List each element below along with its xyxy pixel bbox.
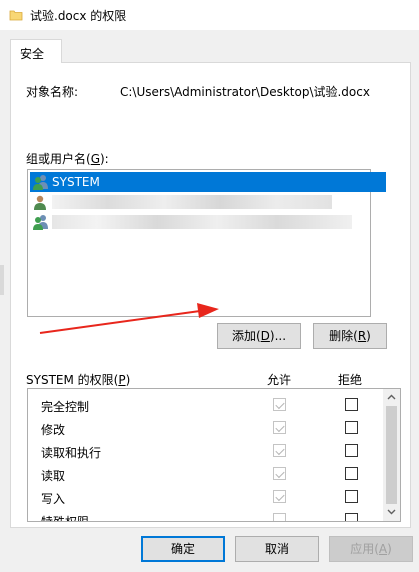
apply-button-suffix: ) <box>387 542 392 556</box>
permissions-list[interactable]: 完全控制 修改 读取和执行 读取 写入 特殊权限 <box>27 388 401 522</box>
permission-name: 读取 <box>41 469 66 483</box>
permission-name: 完全控制 <box>41 400 90 414</box>
allow-checkbox[interactable] <box>273 444 286 457</box>
tab-security[interactable]: 安全 <box>10 39 62 63</box>
list-item[interactable] <box>30 192 386 212</box>
permission-name: 写入 <box>41 492 66 506</box>
deny-checkbox[interactable] <box>345 467 358 480</box>
user-group-icon <box>33 215 48 230</box>
groups-label-key: G <box>90 152 100 166</box>
deny-checkbox[interactable] <box>345 513 358 521</box>
groups-label-prefix: 组或用户名( <box>26 152 91 166</box>
allow-checkbox[interactable] <box>273 467 286 480</box>
deny-checkbox[interactable] <box>345 421 358 434</box>
dialog-body: 安全 对象名称: C:\Users\Administrator\Desktop\… <box>0 30 419 572</box>
permission-row: 写入 <box>28 486 383 509</box>
add-button[interactable]: 添加(D)... <box>217 323 301 349</box>
check-icon <box>275 491 285 502</box>
list-item[interactable]: SYSTEM <box>30 172 386 192</box>
list-item[interactable] <box>30 212 386 232</box>
permission-row: 完全控制 <box>28 394 383 417</box>
apply-button[interactable]: 应用(A) <box>329 536 413 562</box>
user-icon <box>34 195 46 210</box>
apply-button-key: A <box>378 542 388 556</box>
check-icon <box>275 445 285 456</box>
groups-listbox[interactable]: SYSTEM <box>27 169 386 317</box>
deny-column-header: 拒绝 <box>338 373 363 387</box>
permissions-scrollbar[interactable] <box>383 389 400 521</box>
check-icon <box>275 399 285 410</box>
apply-button-prefix: 应用( <box>350 542 379 556</box>
permission-row: 读取和执行 <box>28 440 383 463</box>
allow-checkbox[interactable] <box>273 490 286 503</box>
object-path: C:\Users\Administrator\Desktop\试验.docx <box>120 85 370 99</box>
window-title: 试验.docx 的权限 <box>30 9 127 23</box>
permission-name: 特殊权限 <box>41 515 90 522</box>
permissions-label-suffix: ) <box>125 373 131 387</box>
add-button-suffix: )... <box>269 329 287 343</box>
deny-checkbox[interactable] <box>345 398 358 411</box>
check-icon <box>275 468 285 479</box>
folder-icon <box>9 10 23 21</box>
remove-button-suffix: ) <box>366 329 371 343</box>
allow-checkbox[interactable] <box>273 421 286 434</box>
permissions-label-prefix: SYSTEM 的权限( <box>26 373 119 387</box>
remove-button-key: R <box>357 329 367 343</box>
user-group-icon <box>33 175 48 190</box>
ok-button[interactable]: 确定 <box>141 536 225 562</box>
scroll-up-icon[interactable] <box>387 394 396 400</box>
scroll-thumb[interactable] <box>386 406 397 504</box>
left-edge-shadow <box>0 265 4 295</box>
add-button-key: D <box>260 329 270 343</box>
groups-label-suffix: ): <box>100 152 109 166</box>
cancel-button[interactable]: 取消 <box>235 536 319 562</box>
remove-button[interactable]: 删除(R) <box>313 323 387 349</box>
title-bar: 试验.docx 的权限 <box>0 0 419 30</box>
object-name-label: 对象名称: <box>26 85 79 99</box>
deny-checkbox[interactable] <box>345 444 358 457</box>
allow-checkbox[interactable] <box>273 398 286 411</box>
allow-checkbox[interactable] <box>273 513 286 521</box>
check-icon <box>275 422 285 433</box>
permissions-label: SYSTEM 的权限(P) <box>26 371 130 388</box>
tab-security-label: 安全 <box>20 47 45 61</box>
allow-column-header: 允许 <box>267 373 292 387</box>
permission-row: 修改 <box>28 417 383 440</box>
permission-name: 修改 <box>41 423 66 437</box>
permission-name: 读取和执行 <box>41 446 102 460</box>
remove-button-prefix: 删除( <box>329 329 358 343</box>
add-button-prefix: 添加( <box>231 329 261 343</box>
redacted-name <box>52 215 352 229</box>
list-item-label: SYSTEM <box>52 175 100 189</box>
redacted-name <box>52 195 332 209</box>
permissions-label-key: P <box>118 373 126 387</box>
deny-checkbox[interactable] <box>345 490 358 503</box>
scroll-down-icon[interactable] <box>387 509 396 515</box>
groups-label: 组或用户名(G): <box>26 150 109 167</box>
permission-row: 读取 <box>28 463 383 486</box>
permission-row: 特殊权限 <box>28 509 383 522</box>
security-panel: 对象名称: C:\Users\Administrator\Desktop\试验.… <box>10 62 411 528</box>
